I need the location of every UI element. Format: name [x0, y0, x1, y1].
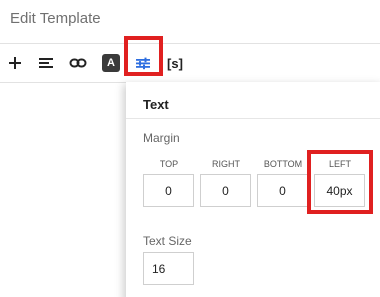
variable-button[interactable]: [s] [163, 44, 187, 82]
panel-title: Text [143, 97, 169, 112]
link-button[interactable] [67, 44, 89, 82]
margin-top-label: TOP [159, 159, 179, 169]
margin-right-input[interactable]: 0 [200, 174, 251, 207]
add-button[interactable] [4, 44, 26, 82]
margin-bottom-label: BOTTOM [263, 159, 303, 169]
margin-bottom-input[interactable]: 0 [257, 174, 308, 207]
edit-template-screen: Edit Template A [s] Text Margin TOP RIGH… [0, 0, 380, 297]
page-title: Edit Template [10, 10, 101, 27]
margin-top-input[interactable]: 0 [143, 174, 194, 207]
settings-button-highlight [124, 36, 163, 76]
divider [126, 118, 380, 119]
left-margin-highlight [307, 150, 373, 214]
editor-toolbar: A [s] [0, 43, 380, 83]
plus-icon [9, 57, 21, 69]
margin-label: Margin [143, 131, 180, 145]
margin-right-label: RIGHT [212, 159, 240, 169]
text-style-button[interactable]: A [100, 44, 122, 82]
text-size-label: Text Size [143, 234, 192, 248]
link-icon [69, 58, 87, 68]
align-left-icon [39, 58, 53, 68]
align-button[interactable] [35, 44, 57, 82]
text-size-input[interactable]: 16 [143, 252, 194, 285]
text-style-icon: A [102, 54, 120, 72]
